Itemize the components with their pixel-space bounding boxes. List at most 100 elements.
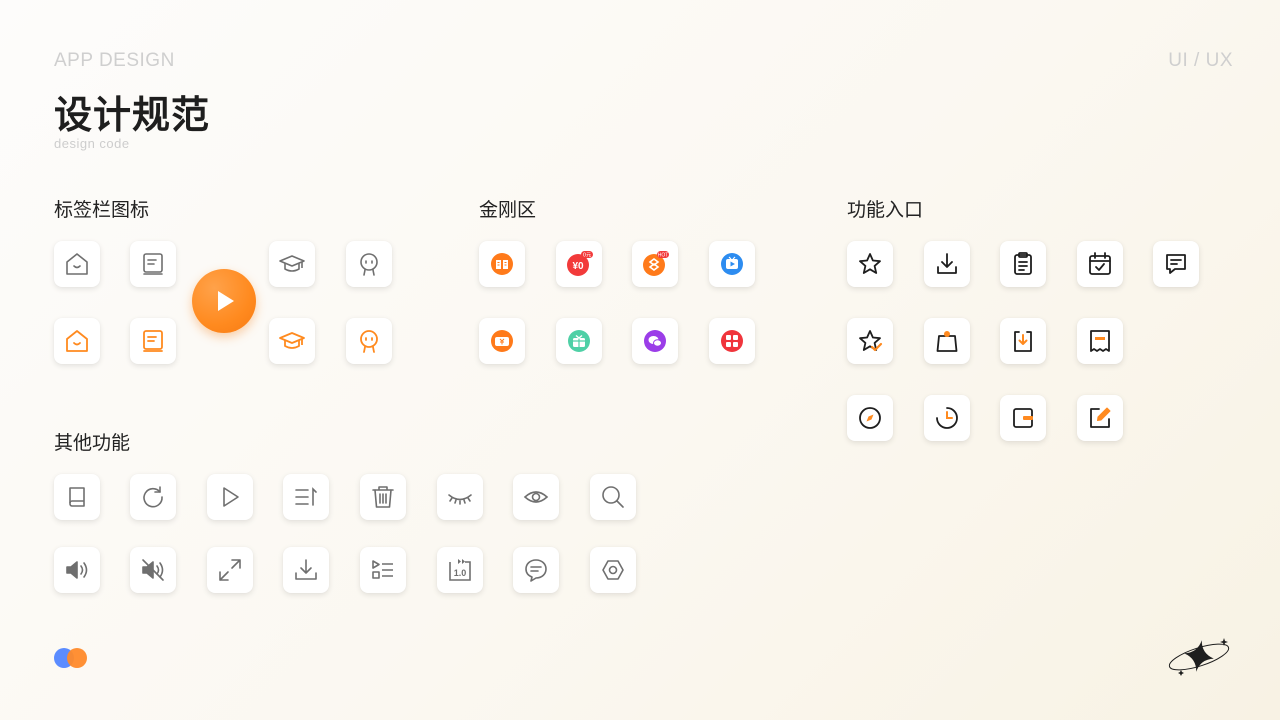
tab-book-gray[interactable] <box>130 241 176 287</box>
other-play[interactable] <box>207 474 253 520</box>
kk-tv[interactable] <box>709 241 755 287</box>
refresh-icon <box>143 486 163 508</box>
other-speed[interactable]: 1.0 <box>437 547 483 593</box>
fn-calendar[interactable] <box>1077 241 1123 287</box>
kk-hot[interactable]: HOT <box>632 241 678 287</box>
fn-wallet[interactable] <box>1000 395 1046 441</box>
eyebrow-label: APP DESIGN <box>54 50 175 71</box>
other-trash[interactable] <box>360 474 406 520</box>
volume-icon <box>66 561 88 579</box>
tab-home-gray[interactable] <box>54 241 100 287</box>
other-sort-list[interactable] <box>283 474 329 520</box>
fn-favorites-checked[interactable] <box>847 318 893 364</box>
chat-bubble-icon <box>644 330 666 352</box>
sparkle-orbit-icon <box>1168 638 1230 676</box>
star-icon <box>859 253 881 274</box>
fn-download[interactable] <box>924 241 970 287</box>
other-settings[interactable] <box>590 547 636 593</box>
playlist-icon <box>372 560 393 579</box>
other-eye[interactable] <box>513 474 559 520</box>
play-button[interactable] <box>192 269 256 333</box>
play-icon <box>223 487 239 507</box>
brand-dot-orange <box>67 648 87 668</box>
grid-apps-icon <box>721 330 743 352</box>
tab-course-gray[interactable] <box>269 241 315 287</box>
s-hot-icon: HOT <box>643 251 669 276</box>
other-fullscreen[interactable] <box>207 547 253 593</box>
mute-icon <box>142 559 164 581</box>
fn-bag[interactable] <box>924 318 970 364</box>
trash-icon <box>372 486 394 508</box>
fullscreen-icon <box>219 559 241 581</box>
corner-label: UI / UX <box>1168 50 1233 71</box>
download-icon <box>937 253 957 274</box>
edit-icon <box>1090 407 1111 428</box>
speed-label: 1.0 <box>454 568 467 578</box>
section-title-king-kong: 金刚区 <box>479 199 537 221</box>
kk-zero-yuan[interactable]: ¥0 0元 <box>556 241 602 287</box>
other-playlist[interactable] <box>360 547 406 593</box>
download-icon <box>295 559 317 580</box>
kk-chat[interactable] <box>632 318 678 364</box>
fn-download-box[interactable] <box>1000 318 1046 364</box>
section-title-tab-bar: 标签栏图标 <box>54 199 150 221</box>
zero-yuan-badge: 0元 <box>583 253 591 259</box>
message-icon <box>1166 254 1186 274</box>
calendar-check-icon <box>1089 252 1111 275</box>
tab-home-active[interactable] <box>54 318 100 364</box>
page-subtitle: design code <box>54 136 130 151</box>
fn-edit[interactable] <box>1077 395 1123 441</box>
other-book[interactable] <box>54 474 100 520</box>
fn-history[interactable] <box>924 395 970 441</box>
other-refresh[interactable] <box>130 474 176 520</box>
fn-compass[interactable] <box>847 395 893 441</box>
other-eye-closed[interactable] <box>437 474 483 520</box>
tv-play-icon <box>721 253 743 275</box>
tab-book-active[interactable] <box>130 318 176 364</box>
avatar-face-icon <box>360 253 378 276</box>
coupon-yen-icon <box>491 330 513 352</box>
wallet-icon <box>1013 408 1033 428</box>
zero-yuan-icon: ¥0 0元 <box>567 251 593 276</box>
other-download[interactable] <box>283 547 329 593</box>
kk-gift[interactable] <box>556 318 602 364</box>
fn-message[interactable] <box>1153 241 1199 287</box>
yen-zero-text: ¥0 <box>572 261 584 272</box>
book-icon <box>143 253 163 275</box>
eye-closed-icon <box>448 494 472 505</box>
tab-profile-gray[interactable] <box>346 241 392 287</box>
eye-icon <box>523 491 549 503</box>
other-mute[interactable] <box>130 547 176 593</box>
clipboard-icon <box>1014 252 1032 275</box>
section-title-other: 其他功能 <box>54 432 131 454</box>
kk-reading[interactable] <box>479 241 525 287</box>
other-comment[interactable] <box>513 547 559 593</box>
tab-course-active[interactable] <box>269 318 315 364</box>
sort-list-icon <box>295 487 317 506</box>
compass-icon <box>859 407 881 429</box>
other-volume[interactable] <box>54 547 100 593</box>
fn-receipt[interactable] <box>1077 318 1123 364</box>
play-icon <box>218 291 234 311</box>
receipt-icon <box>1090 330 1110 352</box>
book-icon <box>69 487 85 507</box>
comment-icon <box>525 559 547 582</box>
other-search[interactable] <box>590 474 636 520</box>
speed-icon: 1.0 <box>449 559 471 581</box>
avatar-face-icon <box>360 330 378 353</box>
graduation-cap-icon <box>279 332 305 349</box>
kk-apps[interactable] <box>709 318 755 364</box>
tab-profile-active[interactable] <box>346 318 392 364</box>
hot-badge: HOT <box>658 253 669 259</box>
fn-clipboard[interactable] <box>1000 241 1046 287</box>
kk-coupon[interactable] <box>479 318 525 364</box>
fn-favorite[interactable] <box>847 241 893 287</box>
gift-icon <box>568 330 590 352</box>
page-title: 设计规范 <box>54 93 211 137</box>
home-icon <box>66 330 88 352</box>
book-reading-icon <box>491 253 513 275</box>
book-icon <box>143 330 163 352</box>
settings-hex-icon <box>602 560 624 580</box>
bag-icon <box>936 331 958 352</box>
graduation-cap-icon <box>279 255 305 272</box>
